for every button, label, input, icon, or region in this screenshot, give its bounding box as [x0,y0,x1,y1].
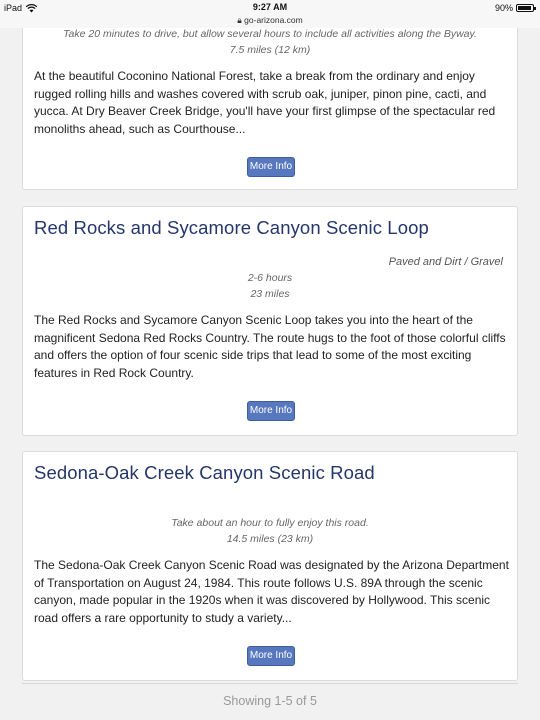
battery-fill [518,6,531,10]
card-distance: 14.5 miles (23 km) [226,533,314,545]
road-type: Paved and Dirt / Gravel [388,256,503,268]
card-oak-creek-road: Sedona-Oak Creek Canyon Scenic Road Take… [22,451,518,681]
card-distance: 23 miles [250,288,290,300]
page: iPad 9:27 AM 🔒︎ go-arizona.com 90% Take … [0,0,540,720]
card-duration: 2-6 hours [247,272,293,284]
card-description: The Sedona-Oak Creek Canyon Scenic Road … [34,558,509,626]
card-distance: 7.5 miles (12 km) [229,44,311,56]
battery-percent: 90% [494,3,513,13]
card-meta: 2-6 hours 23 miles [23,270,517,302]
card-meta: Take about an hour to fully enjoy this r… [23,515,517,547]
address-url: go-arizona.com [244,15,303,25]
card-description: At the beautiful Coconino National Fores… [34,69,496,137]
battery-icon [516,4,536,12]
pagination-status: Showing 1-5 of 5 [223,694,317,708]
card-meta: Take 20 minutes to drive, but allow seve… [23,26,517,58]
more-info-button[interactable]: More Info [247,401,295,421]
more-info-button[interactable]: More Info [247,157,295,177]
card-title[interactable]: Sedona-Oak Creek Canyon Scenic Road [34,462,375,484]
card-title[interactable]: Red Rocks and Sycamore Canyon Scenic Loo… [34,217,429,239]
card-duration: Take about an hour to fully enjoy this r… [171,517,369,529]
divider [22,683,518,684]
card-sedona-byway: Take 20 minutes to drive, but allow seve… [22,0,518,190]
status-right: 90% [494,3,536,13]
status-time: 9:27 AM [252,2,288,12]
card-description: The Red Rocks and Sycamore Canyon Scenic… [34,313,506,381]
card-red-rocks-loop: Red Rocks and Sycamore Canyon Scenic Loo… [22,206,518,436]
card-duration: Take 20 minutes to drive, but allow seve… [63,28,477,40]
more-info-button[interactable]: More Info [247,646,295,666]
lock-icon: 🔒︎ [237,15,242,25]
status-bar: iPad 9:27 AM 🔒︎ go-arizona.com 90% [0,0,540,28]
address-bar[interactable]: 🔒︎ go-arizona.com [0,15,540,26]
